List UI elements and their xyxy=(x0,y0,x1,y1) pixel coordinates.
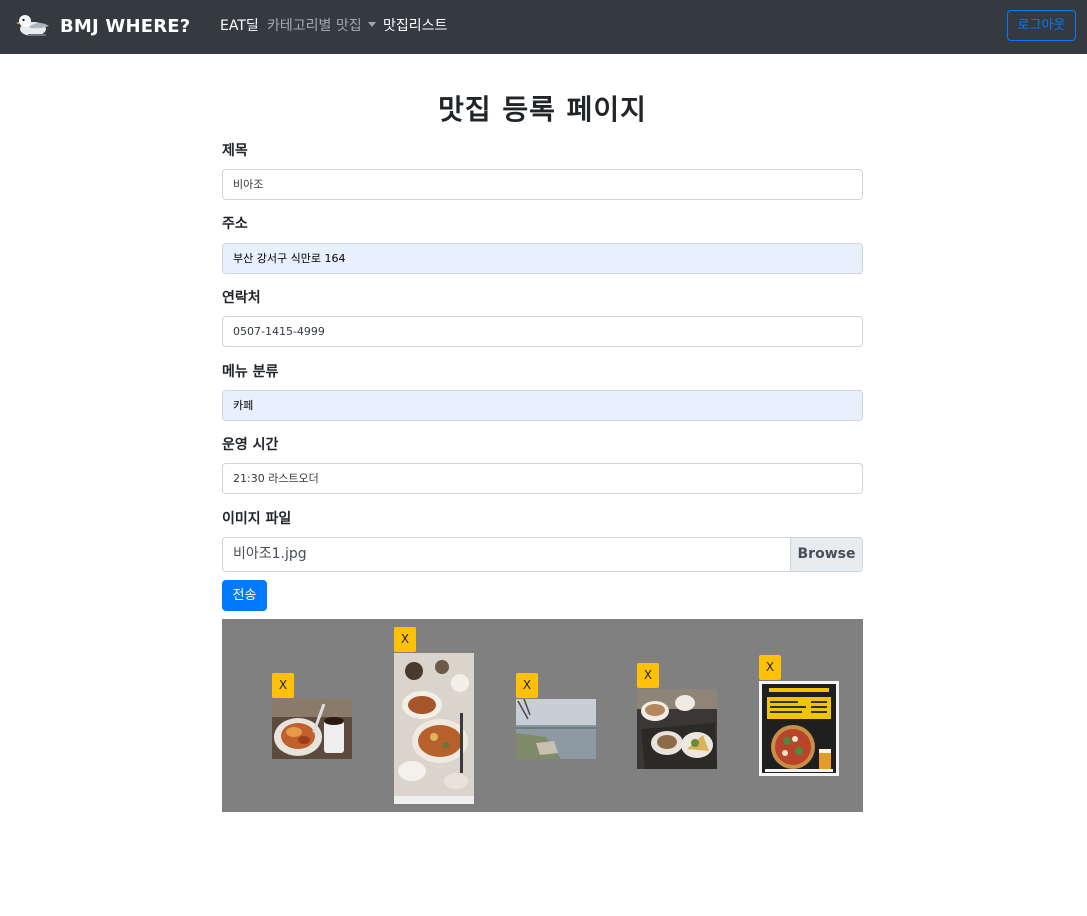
remove-image-4-button[interactable]: X xyxy=(637,663,659,688)
brand-name: BMJ WHERE? xyxy=(60,15,191,37)
browse-button[interactable]: Browse xyxy=(790,538,862,571)
remove-image-3-button[interactable]: X xyxy=(516,673,538,698)
remove-image-2-button[interactable]: X xyxy=(394,627,416,652)
address-label: 주소 xyxy=(222,216,248,232)
file-name: 비아조1.jpg xyxy=(233,546,307,562)
title-input[interactable]: 비아조 xyxy=(222,169,863,200)
pizza-menu-photo-icon xyxy=(759,681,839,776)
nav-dropdown-category-label: 카테고리별 맛집 xyxy=(267,18,362,34)
address-input[interactable]: 부산 강서구 식만로 164 xyxy=(222,243,863,274)
food-table-photo-icon xyxy=(394,653,474,804)
caret-down-icon xyxy=(367,22,376,27)
phone-label: 연락처 xyxy=(222,290,261,306)
seagull-logo-icon xyxy=(16,12,52,40)
title-label: 제목 xyxy=(222,143,248,159)
menu-category-label: 메뉴 분류 xyxy=(222,364,279,380)
hours-label: 운영 시간 xyxy=(222,437,279,453)
submit-button[interactable]: 전송 xyxy=(222,580,267,611)
phone-input[interactable]: 0507-1415-4999 xyxy=(222,316,863,347)
image-preview-area: X X X X X xyxy=(222,619,863,812)
hours-input[interactable]: 21:30 라스트오더 xyxy=(222,463,863,494)
file-input[interactable]: 비아조1.jpg Browse xyxy=(222,537,863,572)
brand-link[interactable]: BMJ WHERE? xyxy=(16,10,190,42)
riverside-photo-icon xyxy=(516,699,596,759)
remove-image-1-button[interactable]: X xyxy=(272,673,294,698)
food-photo-icon xyxy=(272,699,352,759)
coffee-dessert-photo-icon xyxy=(637,689,717,769)
nav-link-eat-deal[interactable]: EAT딜 xyxy=(220,17,259,35)
navbar: BMJ WHERE? EAT딜 카테고리별 맛집 맛집리스트 로그아웃 xyxy=(0,0,1087,54)
remove-image-5-button[interactable]: X xyxy=(759,655,781,680)
page-title: 맛집 등록 페이지 xyxy=(438,93,647,126)
nav-dropdown-category[interactable]: 카테고리별 맛집 xyxy=(267,17,376,35)
image-file-label: 이미지 파일 xyxy=(222,511,292,527)
menu-category-input[interactable]: 카페 xyxy=(222,390,863,421)
logout-button[interactable]: 로그아웃 xyxy=(1007,10,1076,41)
nav-link-restaurant-list[interactable]: 맛집리스트 xyxy=(383,17,447,35)
